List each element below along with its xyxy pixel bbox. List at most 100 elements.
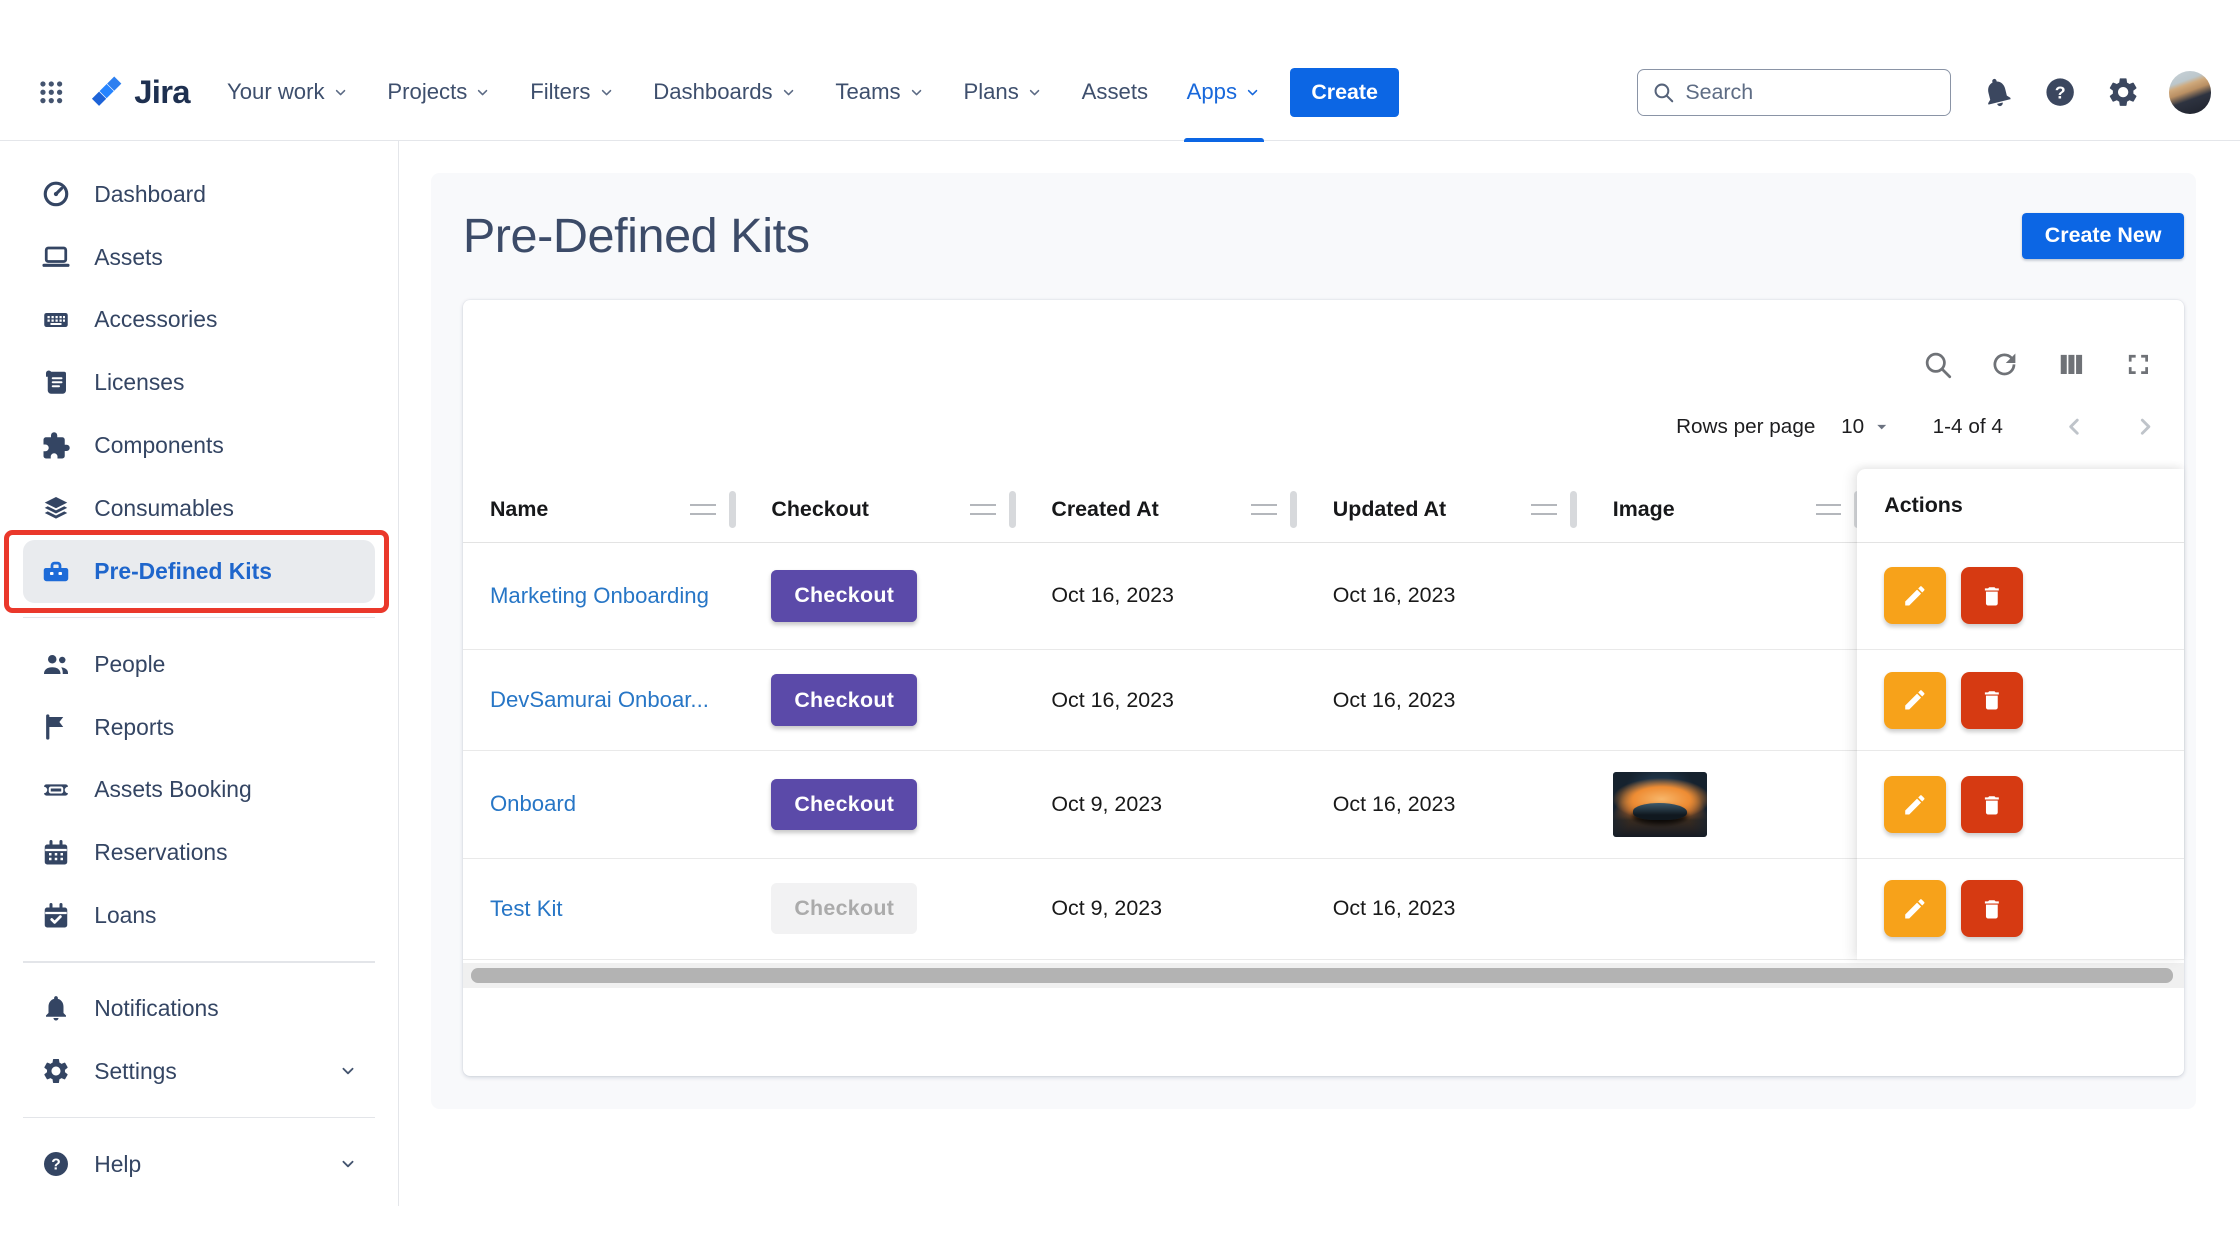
- table-search-icon[interactable]: [1919, 346, 1956, 383]
- sidebar-item-reservations[interactable]: Reservations: [23, 821, 375, 884]
- card-footer: [463, 988, 2184, 1075]
- kit-name-link[interactable]: Marketing Onboarding: [490, 583, 709, 609]
- checkout-button[interactable]: Checkout: [771, 779, 917, 830]
- delete-button[interactable]: [1961, 880, 2022, 937]
- column-drag-handle-icon[interactable]: [1816, 504, 1842, 515]
- rows-per-page-label: Rows per page: [1676, 415, 1815, 439]
- laptop-icon: [41, 242, 71, 272]
- delete-button[interactable]: [1961, 672, 2022, 729]
- help-icon[interactable]: [2043, 75, 2077, 109]
- ticket-icon: [41, 775, 71, 805]
- sidebar-item-dashboard[interactable]: Dashboard: [23, 163, 375, 226]
- nav-item-your-work[interactable]: Your work: [227, 44, 349, 140]
- pencil-icon: [1902, 896, 1928, 922]
- actions-pinned-column: Actions: [1857, 469, 2184, 960]
- sidebar-item-licenses[interactable]: Licenses: [23, 351, 375, 414]
- delete-button[interactable]: [1961, 776, 2022, 833]
- create-button[interactable]: Create: [1290, 68, 1399, 117]
- updated-at-value: Oct 16, 2023: [1333, 792, 1456, 817]
- chevron-right-icon: [2131, 413, 2160, 442]
- delete-button[interactable]: [1961, 567, 2022, 624]
- nav-item-plans[interactable]: Plans: [963, 44, 1043, 140]
- nav-item-label: Projects: [387, 79, 467, 105]
- sidebar-item-help[interactable]: Help: [23, 1133, 375, 1196]
- nav-item-apps[interactable]: Apps: [1187, 44, 1262, 140]
- pagination-range: 1-4 of 4: [1933, 415, 2003, 439]
- edit-button[interactable]: [1884, 567, 1945, 624]
- edit-button[interactable]: [1884, 880, 1945, 937]
- jira-logo[interactable]: Jira: [89, 73, 190, 111]
- column-header-checkout[interactable]: Checkout: [731, 477, 1011, 542]
- edit-button[interactable]: [1884, 776, 1945, 833]
- kit-name-link[interactable]: Test Kit: [490, 896, 563, 922]
- rows-per-page-select[interactable]: 10: [1841, 415, 1893, 439]
- sidebar-item-assets-booking[interactable]: Assets Booking: [23, 758, 375, 821]
- prev-page-button[interactable]: [2060, 413, 2089, 442]
- sidebar-item-people[interactable]: People: [23, 633, 375, 696]
- sidebar-item-reports[interactable]: Reports: [23, 696, 375, 759]
- sidebar-item-consumables[interactable]: Consumables: [23, 477, 375, 540]
- column-header-actions: Actions: [1857, 469, 2184, 543]
- sidebar-item-assets[interactable]: Assets: [23, 226, 375, 289]
- sidebar-item-label: Accessories: [94, 306, 217, 333]
- sidebar-divider: [23, 1117, 375, 1118]
- sidebar-item-settings[interactable]: Settings: [23, 1040, 375, 1103]
- row-actions: [1857, 859, 2184, 960]
- page-title: Pre-Defined Kits: [463, 208, 810, 264]
- chevron-down-icon: [474, 84, 491, 101]
- table-refresh-icon[interactable]: [1986, 346, 2023, 383]
- app-body: Dashboard Assets Accessories Licenses Co…: [0, 141, 2240, 1205]
- global-search[interactable]: [1637, 69, 1951, 116]
- edit-button[interactable]: [1884, 672, 1945, 729]
- create-new-button[interactable]: Create New: [2022, 213, 2184, 259]
- notifications-bell-icon[interactable]: [1976, 72, 2018, 114]
- column-drag-handle-icon[interactable]: [970, 504, 996, 515]
- nav-item-teams[interactable]: Teams: [835, 44, 924, 140]
- table-fullscreen-icon[interactable]: [2120, 346, 2157, 383]
- settings-gear-icon[interactable]: [2106, 75, 2140, 109]
- sidebar-item-label: Components: [94, 432, 224, 459]
- checkout-button-disabled: Checkout: [771, 883, 917, 934]
- horizontal-scrollbar-thumb[interactable]: [471, 968, 2172, 982]
- chevron-down-icon: [332, 84, 349, 101]
- sidebar-item-label: Assets: [94, 244, 163, 271]
- sidebar-item-components[interactable]: Components: [23, 414, 375, 477]
- sidebar-item-notifications[interactable]: Notifications: [23, 977, 375, 1040]
- sidebar-item-loans[interactable]: Loans: [23, 884, 375, 947]
- page-header: Pre-Defined Kits Create New: [463, 207, 2184, 264]
- nav-item-filters[interactable]: Filters: [530, 44, 615, 140]
- main-panel: Pre-Defined Kits Create New Rows per pag…: [431, 173, 2195, 1109]
- toolbox-icon: [41, 556, 71, 586]
- sidebar-item-pre-defined-kits[interactable]: Pre-Defined Kits: [23, 540, 375, 603]
- chevron-left-icon: [2060, 413, 2089, 442]
- checkout-button[interactable]: Checkout: [771, 674, 917, 725]
- column-drag-handle-icon[interactable]: [690, 504, 716, 515]
- kit-name-link[interactable]: Onboard: [490, 791, 576, 817]
- created-at-value: Oct 9, 2023: [1051, 792, 1162, 817]
- column-header-created-at[interactable]: Created At: [1011, 477, 1292, 542]
- jira-mark-icon: [89, 74, 126, 111]
- column-header-name[interactable]: Name: [463, 477, 732, 542]
- table-columns-icon[interactable]: [2053, 346, 2090, 383]
- app-switcher-button[interactable]: [29, 70, 75, 116]
- kit-name-link[interactable]: DevSamurai Onboar...: [490, 687, 709, 713]
- sidebar-divider: [23, 961, 375, 962]
- nav-item-dashboards[interactable]: Dashboards: [653, 44, 797, 140]
- nav-item-projects[interactable]: Projects: [387, 44, 491, 140]
- checkout-button[interactable]: Checkout: [771, 570, 917, 621]
- user-avatar[interactable]: [2169, 71, 2212, 114]
- updated-at-value: Oct 16, 2023: [1333, 583, 1456, 608]
- next-page-button[interactable]: [2131, 413, 2160, 442]
- chevron-down-icon: [1026, 84, 1043, 101]
- sidebar-item-label: Loans: [94, 902, 156, 929]
- column-header-updated-at[interactable]: Updated At: [1293, 477, 1573, 542]
- nav-item-assets[interactable]: Assets: [1082, 44, 1148, 140]
- updated-at-value: Oct 16, 2023: [1333, 688, 1456, 713]
- column-header-image[interactable]: Image: [1573, 477, 1857, 542]
- flag-icon: [41, 712, 71, 742]
- column-drag-handle-icon[interactable]: [1531, 504, 1557, 515]
- search-input[interactable]: [1685, 80, 1937, 105]
- column-drag-handle-icon[interactable]: [1251, 504, 1277, 515]
- trash-icon: [1979, 792, 2005, 818]
- sidebar-item-accessories[interactable]: Accessories: [23, 289, 375, 352]
